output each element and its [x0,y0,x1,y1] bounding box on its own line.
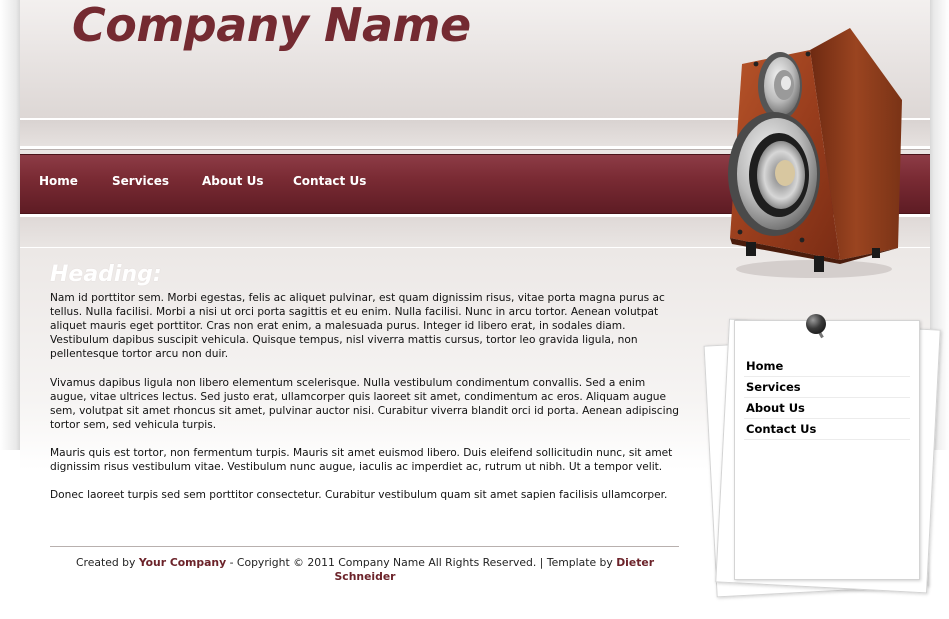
content-paragraph: Nam id porttitor sem. Morbi egestas, fel… [50,292,665,361]
content-paragraph: Donec laoreet turpis sed sem porttitor c… [50,489,668,502]
content-heading: Heading: [50,262,162,287]
footer-divider [50,546,679,547]
content-paragraph: Mauris quis est tortor, non fermentum tu… [50,447,673,474]
footer: Created by Your Company - Copyright © 20… [65,556,665,584]
sidebar-item-services[interactable]: Services [744,377,910,398]
speaker-image [728,28,902,278]
nav-item-contact-us[interactable]: Contact Us [293,174,366,188]
sidebar-item-home[interactable]: Home [744,356,910,377]
sidebar-item-about-us[interactable]: About Us [744,398,910,419]
pushpin-icon [806,314,826,334]
nav-item-home[interactable]: Home [39,174,78,188]
nav-item-about-us[interactable]: About Us [202,174,263,188]
footer-created-by: Created by [75,556,136,569]
company-name-logo[interactable]: Company Name [72,0,471,52]
content-paragraph: Vivamus dapibus ligula non libero elemen… [50,376,680,431]
nav-item-services[interactable]: Services [112,174,169,188]
sidebar-item-contact-us[interactable]: Contact Us [744,419,910,440]
page-shadow-left [0,0,20,450]
sidebar-menu: Home Services About Us Contact Us [744,356,910,440]
sidebar-notes: Home Services About Us Contact Us [703,310,941,600]
footer-copyright: - Copyright © 2011 Company Name All Righ… [229,556,613,569]
content-body: Nam id porttitor sem. Morbi egestas, fel… [50,291,682,517]
footer-company-link[interactable]: Your Company [139,556,226,569]
